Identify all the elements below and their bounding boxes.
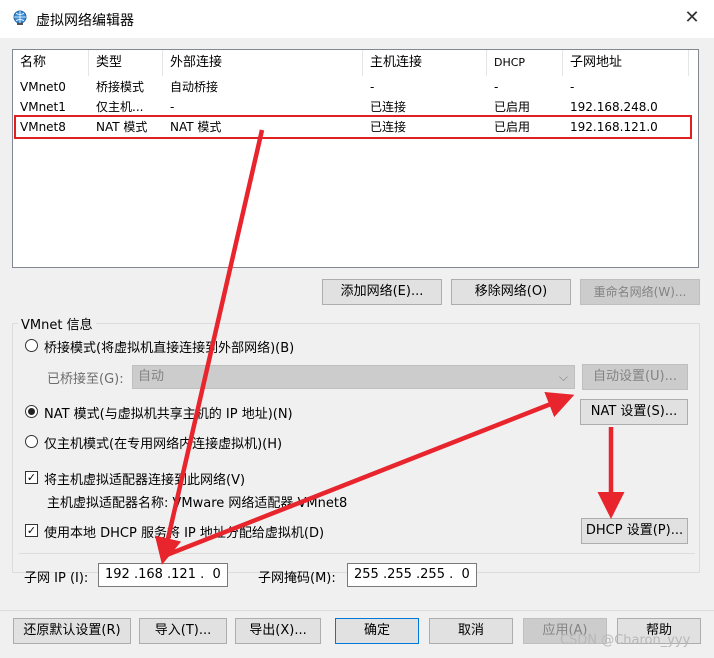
auto-settings-button[interactable]: 自动设置(U)... (582, 364, 688, 390)
host-only-radio[interactable] (25, 435, 38, 448)
subnet-mask-input[interactable]: 255 .255 .255 . 0 (347, 563, 477, 587)
cell-host: - (370, 80, 375, 94)
connect-adapter-checkbox[interactable]: ✓ (25, 471, 38, 484)
cell-external: - (170, 100, 175, 114)
adapter-name-text: 主机虚拟适配器名称: VMware 网络适配器 VMnet8 (47, 496, 348, 511)
rename-network-button[interactable]: 重命名网络(W)... (580, 279, 700, 305)
cell-host: 已连接 (370, 100, 407, 114)
cell-name: VMnet0 (20, 80, 66, 94)
connect-adapter-label: 将主机虚拟适配器连接到此网络(V) (44, 473, 246, 488)
cell-subnet: - (570, 80, 575, 94)
remove-network-button[interactable]: 移除网络(O) (451, 279, 571, 305)
window-title: 虚拟网络编辑器 (36, 13, 134, 29)
nat-mode-label: NAT 模式(与虚拟机共享主机的 IP 地址)(N) (44, 407, 293, 422)
import-button[interactable]: 导入(T)... (139, 618, 227, 644)
use-dhcp-label: 使用本地 DHCP 服务将 IP 地址分配给虚拟机(D) (44, 526, 325, 541)
list-header: 名称 类型 外部连接 主机连接 DHCP 子网地址 (13, 50, 698, 76)
cancel-button[interactable]: 取消 (429, 618, 513, 644)
group-title: VMnet 信息 (18, 314, 96, 333)
host-only-label: 仅主机模式(在专用网络内连接虚拟机)(H) (44, 437, 283, 452)
dhcp-settings-button[interactable]: DHCP 设置(P)... (581, 518, 688, 544)
highlight-box (14, 115, 692, 139)
watermark: CSDN @Charon_yyy (560, 633, 691, 648)
footer-divider (0, 610, 714, 611)
bridged-to-select[interactable]: 自动 ⌵ (132, 365, 575, 389)
column-header-type[interactable]: 类型 (89, 50, 163, 76)
nat-mode-radio[interactable] (25, 405, 38, 418)
nat-settings-button[interactable]: NAT 设置(S)... (580, 399, 688, 425)
network-globe-icon (13, 10, 27, 25)
cell-subnet: 192.168.248.0 (570, 100, 658, 114)
column-header-name[interactable]: 名称 (13, 50, 89, 76)
subnet-ip-label: 子网 IP (I): (24, 571, 89, 586)
cell-dhcp: - (494, 80, 499, 94)
table-row[interactable]: VMnet0 桥接模式 自动桥接 - - - (13, 77, 698, 97)
close-icon[interactable]: ✕ (682, 8, 702, 28)
use-dhcp-checkbox[interactable]: ✓ (25, 524, 38, 537)
column-header-host[interactable]: 主机连接 (363, 50, 487, 76)
bridged-to-label: 已桥接至(G): (47, 372, 124, 387)
subnet-ip-input[interactable]: 192 .168 .121 . 0 (98, 563, 228, 587)
cell-name: VMnet1 (20, 100, 66, 114)
bridged-to-value: 自动 (138, 369, 165, 384)
chevron-down-icon: ⌵ (558, 370, 568, 384)
network-list[interactable]: 名称 类型 外部连接 主机连接 DHCP 子网地址 VMnet0 桥接模式 自动… (12, 49, 699, 268)
bridge-mode-radio[interactable] (25, 339, 38, 352)
add-network-button[interactable]: 添加网络(E)... (322, 279, 442, 305)
bridge-mode-label: 桥接模式(将虚拟机直接连接到外部网络)(B) (44, 341, 295, 356)
ok-button[interactable]: 确定 (335, 618, 419, 644)
export-button[interactable]: 导出(X)... (235, 618, 321, 644)
cell-dhcp: 已启用 (494, 100, 531, 114)
column-header-external[interactable]: 外部连接 (163, 50, 363, 76)
table-row[interactable]: VMnet1 仅主机... - 已连接 已启用 192.168.248.0 (13, 97, 698, 117)
restore-defaults-button[interactable]: 还原默认设置(R) (13, 618, 131, 644)
cell-type: 仅主机... (96, 100, 144, 114)
subnet-mask-label: 子网掩码(M): (258, 571, 336, 586)
divider (19, 553, 695, 554)
cell-external: 自动桥接 (170, 80, 219, 94)
column-header-dhcp[interactable]: DHCP (487, 50, 563, 76)
column-header-subnet[interactable]: 子网地址 (563, 50, 689, 76)
cell-type: 桥接模式 (96, 80, 145, 94)
